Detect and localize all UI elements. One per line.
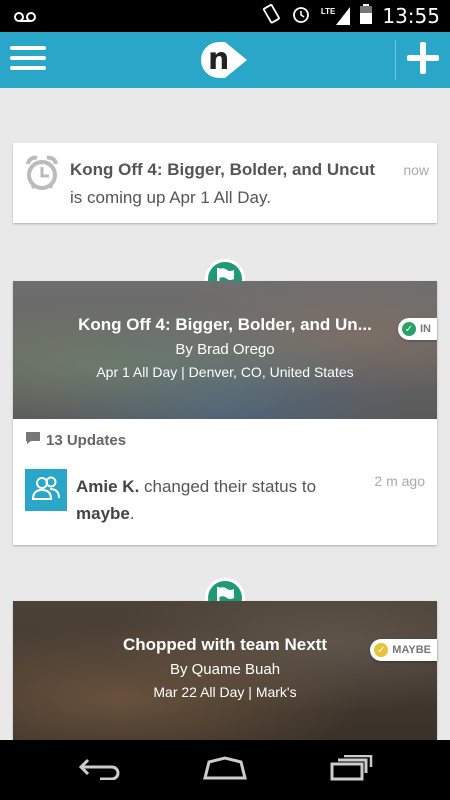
event-organizer: By Quame Buah bbox=[169, 661, 281, 678]
activity-status: maybe bbox=[76, 504, 130, 523]
event-card[interactable]: Chopped with team Nextt By Quame Buah Ma… bbox=[13, 601, 437, 741]
home-button[interactable] bbox=[180, 740, 270, 800]
reminder-time: now bbox=[403, 162, 429, 178]
event-cover[interactable]: Chopped with team Nextt By Quame Buah Ma… bbox=[13, 601, 437, 741]
rsvp-label: MAYBE bbox=[392, 644, 431, 656]
activity-action: changed their status to bbox=[139, 477, 317, 496]
lte-signal-icon: LTE bbox=[321, 7, 351, 25]
group-icon bbox=[31, 475, 60, 506]
updates-label: 13 Updates bbox=[46, 431, 127, 449]
add-event-button[interactable] bbox=[396, 32, 450, 88]
status-bar: LTE 13:55 bbox=[0, 0, 450, 32]
battery-icon bbox=[360, 3, 373, 29]
voicemail-icon bbox=[14, 10, 36, 28]
vibrate-icon bbox=[261, 3, 281, 29]
alarm-clock-icon bbox=[25, 155, 59, 196]
rsvp-label: IN bbox=[420, 323, 431, 335]
reminder-card[interactable]: Kong Off 4: Bigger, Bolder, and Uncut is… bbox=[13, 143, 437, 223]
activity-end: . bbox=[129, 504, 135, 523]
alarm-status-icon bbox=[291, 4, 311, 29]
recents-icon bbox=[329, 754, 373, 786]
check-icon: ✓ bbox=[402, 322, 416, 336]
menu-button[interactable] bbox=[0, 32, 56, 88]
clock: 13:55 bbox=[382, 4, 440, 28]
avatar bbox=[25, 469, 67, 511]
comment-icon bbox=[25, 431, 41, 449]
system-nav-bar bbox=[0, 740, 450, 800]
app-logo[interactable]: n bbox=[199, 40, 251, 80]
rsvp-status-badge[interactable]: ✓ IN bbox=[398, 318, 437, 340]
plus-icon bbox=[407, 41, 439, 79]
activity-text: Amie K. changed their status to maybe. bbox=[76, 473, 326, 527]
event-date-location: Mar 22 All Day | Mark's bbox=[153, 684, 297, 700]
reminder-subtitle: is coming up Apr 1 All Day. bbox=[70, 188, 271, 207]
back-button[interactable] bbox=[55, 740, 145, 800]
recents-button[interactable] bbox=[306, 740, 396, 800]
event-date-location: Apr 1 All Day | Denver, CO, United State… bbox=[96, 364, 354, 380]
app-bar: n bbox=[0, 32, 450, 88]
event-cover[interactable]: Kong Off 4: Bigger, Bolder, and Un... By… bbox=[13, 281, 437, 419]
activity-item[interactable]: Amie K. changed their status to maybe. 2… bbox=[25, 469, 437, 523]
updates-count[interactable]: 13 Updates bbox=[25, 431, 126, 449]
home-icon bbox=[201, 755, 249, 785]
event-organizer: By Brad Orego bbox=[175, 341, 275, 358]
hamburger-icon bbox=[10, 44, 46, 77]
reminder-title: Kong Off 4: Bigger, Bolder, and Uncut bbox=[70, 160, 376, 179]
rsvp-status-badge[interactable]: ✓ MAYBE bbox=[370, 639, 437, 661]
event-card[interactable]: Kong Off 4: Bigger, Bolder, and Un... By… bbox=[13, 281, 437, 545]
back-icon bbox=[78, 756, 122, 785]
event-title: Kong Off 4: Bigger, Bolder, and Un... bbox=[78, 315, 372, 334]
logo-letter: n bbox=[208, 42, 230, 77]
activity-time: 2 m ago bbox=[374, 473, 425, 489]
check-icon: ✓ bbox=[374, 643, 389, 657]
activity-user: Amie K. bbox=[76, 477, 140, 496]
